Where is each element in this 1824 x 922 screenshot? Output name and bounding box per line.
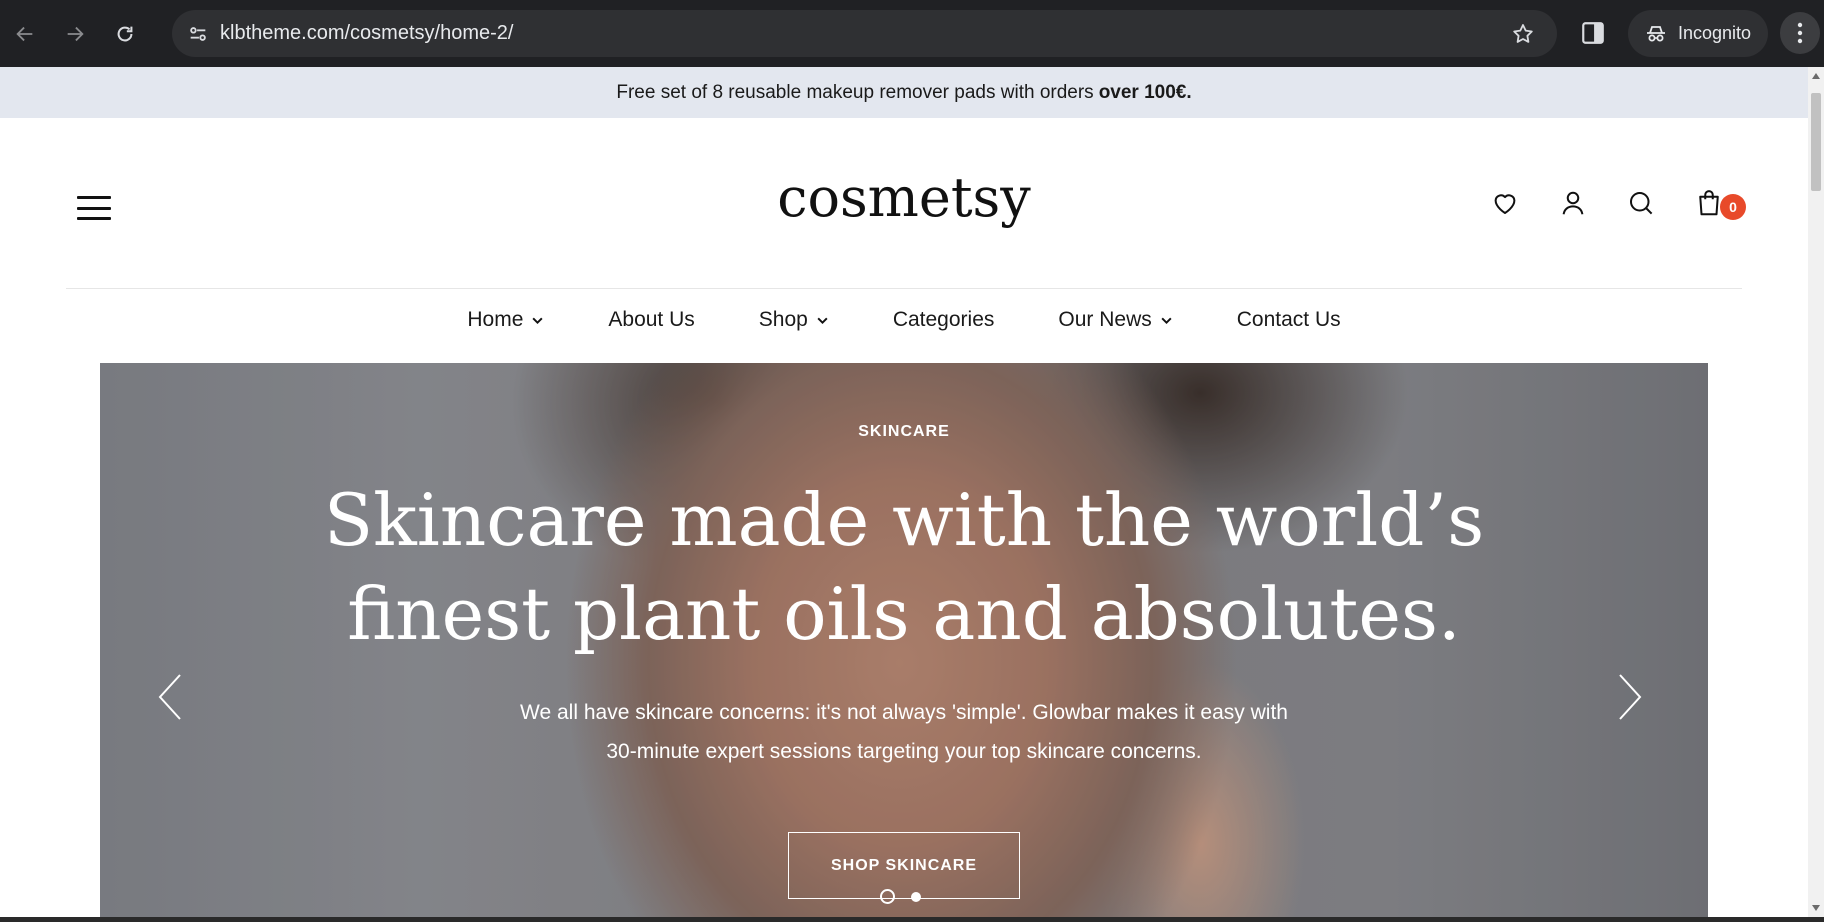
forward-button[interactable] [50,0,100,67]
nav-item-home[interactable]: Home [467,308,544,332]
announcement-highlight: over 100€. [1098,81,1192,103]
back-button[interactable] [0,0,50,67]
announcement-bar: Free set of 8 reusable makeup remover pa… [0,67,1808,118]
chevron-down-icon [1161,317,1172,324]
reload-button[interactable] [100,0,150,67]
scroll-up-arrow-icon[interactable] [1812,73,1820,79]
hero-headline-line2: finest plant oils and absolutes. [347,572,1461,656]
wishlist-button[interactable] [1490,188,1520,218]
nav-item-label: Categories [892,308,995,331]
hero-subtext: We all have skincare concerns: it's not … [480,693,1328,771]
header-divider [66,288,1742,289]
url-text[interactable]: klbtheme.com/cosmetsy/home-2/ [220,22,513,45]
nav-item-shop[interactable]: Shop [759,308,829,332]
arrow-left-icon [16,26,33,41]
heart-icon [1494,194,1516,214]
more-vertical-icon [1797,22,1803,44]
bookmark-star-icon[interactable] [1511,22,1535,46]
browser-toolbar: klbtheme.com/cosmetsy/home-2/ Incognito [0,0,1824,67]
cart-count-badge: 0 [1720,194,1746,220]
arrow-right-icon [67,26,84,41]
cart-button[interactable]: 0 [1694,188,1746,220]
incognito-icon [1647,25,1665,41]
header-actions: 0 [1490,188,1746,220]
nav-item-our-news[interactable]: Our News [1058,308,1172,332]
chevron-down-icon [532,317,543,324]
search-icon [1630,192,1653,215]
slider-pagination [880,889,921,904]
reload-icon [117,26,133,41]
slider-dot-1[interactable] [880,889,895,904]
browser-menu-button[interactable] [1780,12,1820,54]
site-info-icon[interactable] [176,10,220,57]
address-bar[interactable]: klbtheme.com/cosmetsy/home-2/ [172,10,1557,57]
page-scrollbar[interactable] [1808,67,1824,917]
window-bottom-edge [0,917,1824,922]
search-button[interactable] [1626,188,1656,218]
nav-item-label: Our News [1058,308,1152,331]
side-panel-icon[interactable] [1580,20,1606,46]
scrollbar-thumb[interactable] [1811,93,1821,191]
incognito-label: Incognito [1678,23,1752,43]
page-viewport: Free set of 8 reusable makeup remover pa… [0,67,1808,917]
nav-item-label: Contact Us [1236,308,1341,331]
hero-eyebrow: SKINCARE [858,423,950,440]
hero-headline-line1: Skincare made with the world’s [323,478,1485,562]
hero-subtext-line2: 30-minute expert sessions targeting your… [606,740,1202,763]
hero-slider: SKINCARE Skincare made with the world’s … [100,363,1708,917]
nav-item-categories[interactable]: Categories [893,308,995,332]
account-button[interactable] [1558,188,1588,218]
nav-item-label: Shop [758,308,808,331]
slider-dot-2[interactable] [911,891,921,902]
nav-item-label: About Us [608,308,695,331]
announcement-text: Free set of 8 reusable makeup remover pa… [616,81,1094,103]
nav-item-label: Home [467,308,524,331]
hero-subtext-line1: We all have skincare concerns: it's not … [520,701,1288,724]
nav-item-about-us[interactable]: About Us [608,308,694,332]
user-icon [1562,191,1584,215]
slider-next-arrow-icon[interactable] [1610,669,1650,725]
scroll-down-arrow-icon[interactable] [1812,905,1820,911]
nav-item-contact-us[interactable]: Contact Us [1237,308,1341,332]
hero-headline: Skincare made with the world’s finest pl… [100,473,1708,661]
slider-prev-arrow-icon[interactable] [150,669,190,725]
main-navigation: Home About Us Shop Categories Our News C… [0,308,1808,332]
chevron-down-icon [817,317,828,324]
incognito-indicator[interactable]: Incognito [1628,10,1768,57]
